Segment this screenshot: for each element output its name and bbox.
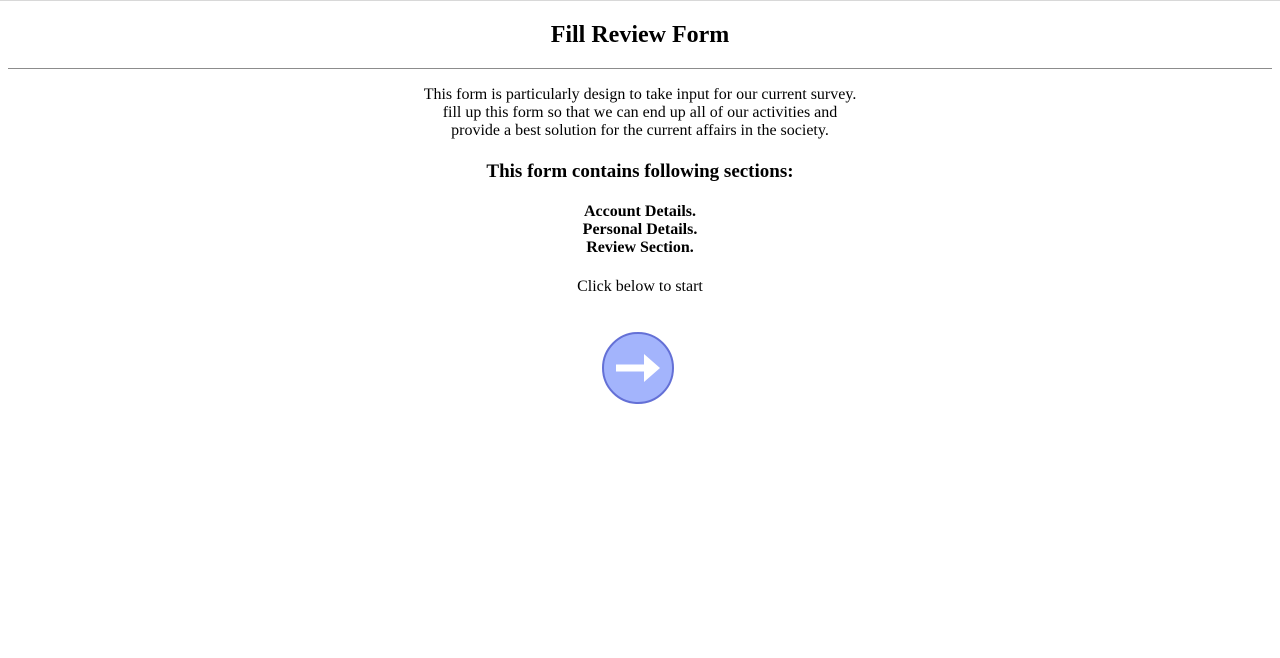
divider — [8, 68, 1272, 69]
arrow-right-icon — [614, 353, 662, 383]
sections-list: Account Details. Personal Details. Revie… — [0, 203, 1280, 257]
intro-line: provide a best solution for the current … — [451, 122, 829, 139]
section-item-personal-details: Personal Details. — [582, 221, 698, 238]
intro-text: This form is particularly design to take… — [0, 86, 1280, 140]
intro-line: fill up this form so that we can end up … — [442, 104, 838, 121]
sections-heading: This form contains following sections: — [486, 161, 794, 182]
section-item-account-details: Account Details. — [584, 203, 696, 220]
start-instruction: Click below to start — [577, 278, 703, 295]
page-title: Fill Review Form — [550, 22, 730, 48]
page: Fill Review Form This form is particular… — [0, 0, 1280, 658]
section-item-review-section: Review Section. — [586, 239, 694, 256]
start-button[interactable] — [602, 332, 674, 404]
intro-line: This form is particularly design to take… — [423, 86, 857, 103]
